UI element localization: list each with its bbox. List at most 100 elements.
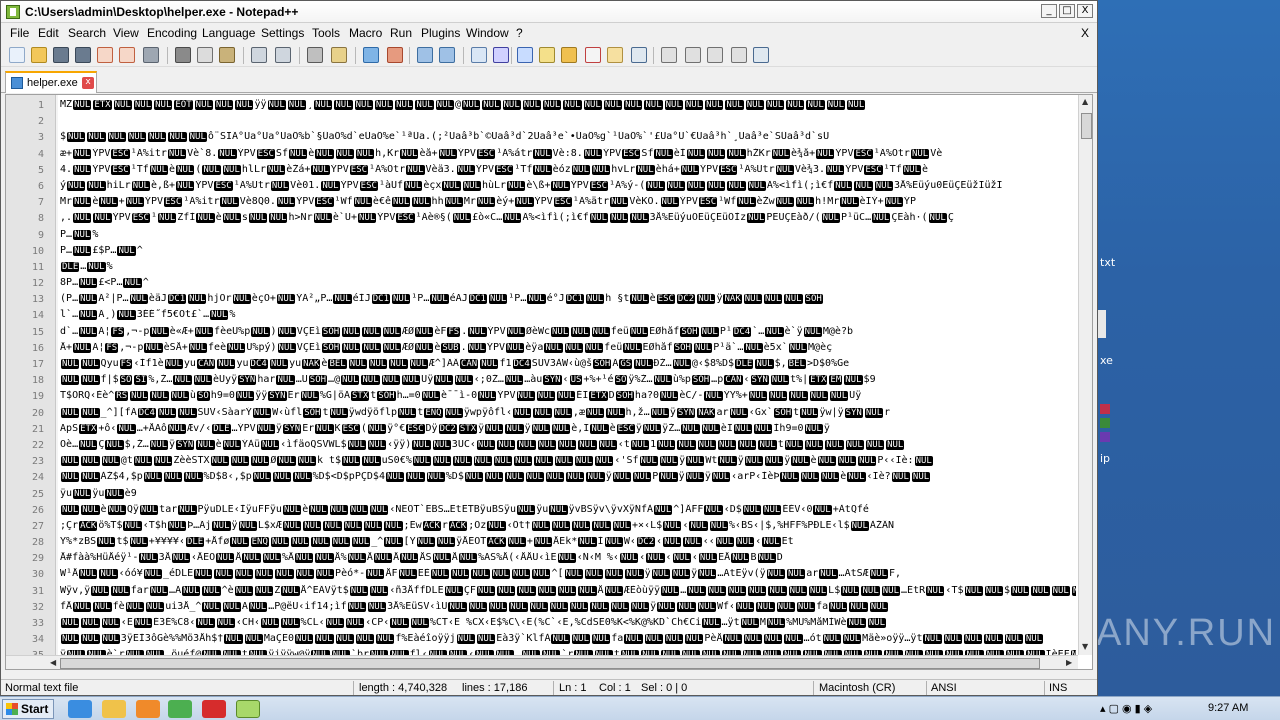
horizontal-scrollbar[interactable]: ◀ ▶ xyxy=(6,655,1078,669)
new-file-icon[interactable] xyxy=(9,47,25,63)
scroll-up-icon[interactable]: ▲ xyxy=(1082,97,1088,106)
close-window-button[interactable]: X xyxy=(1077,4,1093,18)
menu-help[interactable]: ? xyxy=(516,26,523,40)
editor-line[interactable]: 31 Wÿv,ÿ NUL NUL far NUL …Ã NUL NUL ^è NUL NUL Z NUL Å… xyxy=(6,583,1078,599)
editor-line[interactable]: 9 P… NUL% xyxy=(6,227,1078,243)
menu-window[interactable]: Window xyxy=(466,26,509,40)
copy-icon[interactable] xyxy=(197,47,213,63)
desktop-label-txt[interactable]: txt xyxy=(1100,256,1115,269)
user-lang-icon[interactable] xyxy=(539,47,555,63)
all-chars-icon[interactable] xyxy=(493,47,509,63)
doc-map-icon[interactable] xyxy=(561,47,577,63)
editor-line[interactable]: 13 (P… NUL Ã²|P… NUL èäJ DC1 NUL hjOr NUL èçÔ+ NUL Ý… xyxy=(6,291,1078,307)
cut-icon[interactable] xyxy=(175,47,191,63)
editor-line[interactable]: 30 W¹Å NUL NUL ‹óó¥ NUL _éDLE NUL NUL NUL NUL NUL NU… xyxy=(6,566,1078,582)
editor-line[interactable]: 17 NUL NUL Qyu FS ‹Ìf1è NUL yu CAN NUL yu DC4 NUL yu N… xyxy=(6,356,1078,372)
stop-record-icon[interactable] xyxy=(685,47,701,63)
menu-settings[interactable]: Settings xyxy=(261,26,304,40)
editor-line[interactable]: 24 NUL NUL ÀŽ$4,$p NUL NUL NUL %D$8‹,$p NUL NUL NU… xyxy=(6,469,1078,485)
close-document-button[interactable]: X xyxy=(1081,26,1089,40)
scroll-right-icon[interactable]: ▶ xyxy=(1066,658,1072,667)
editor-line[interactable]: 16 Å+ NUL Ã¦ FS ,¬-p NUL èSÅ+ NUL feè NUL Ü%pý) NUL V… xyxy=(6,340,1078,356)
explorer-icon[interactable] xyxy=(102,700,126,718)
function-list-icon[interactable] xyxy=(585,47,601,63)
opera-icon[interactable] xyxy=(202,700,226,718)
editor-line[interactable]: 15 d`… NUL Ã¦ FS ,¬-p NUL è«Æ+ NUL fèeÜ%p NUL) NUL V… xyxy=(6,324,1078,340)
save-all-icon[interactable] xyxy=(75,47,91,63)
tab-close-icon[interactable]: x xyxy=(82,77,94,89)
ie-icon[interactable] xyxy=(68,700,92,718)
editor-line[interactable]: 18 NUL NUL f|$ SO SI %,Ž… NUL NUL èUyÿ SYN har NUL …Ü… xyxy=(6,372,1078,388)
horizontal-scroll-thumb[interactable] xyxy=(60,658,1040,669)
sync-v-icon[interactable] xyxy=(417,47,433,63)
play-multiple-icon[interactable] xyxy=(731,47,747,63)
editor-line[interactable]: 3 $ NUL NUL NUL NUL NUL NUL NUL ô¨SIÃ°Ûa°Ûa°ÛaÕ%b… xyxy=(6,129,1078,145)
menu-encoding[interactable]: Encoding xyxy=(147,26,197,40)
find-icon[interactable] xyxy=(307,47,323,63)
desktop-icon[interactable] xyxy=(1098,310,1106,338)
scroll-left-icon[interactable]: ◀ xyxy=(50,658,56,667)
minimize-button[interactable]: _ xyxy=(1041,4,1057,18)
zoom-out-icon[interactable] xyxy=(387,47,403,63)
menu-run[interactable]: Run xyxy=(390,26,412,40)
start-button[interactable]: Start xyxy=(2,699,54,719)
media-player-icon[interactable] xyxy=(136,700,160,718)
status-eol[interactable]: Macintosh (CR) xyxy=(819,682,895,694)
word-wrap-icon[interactable] xyxy=(471,47,487,63)
editor-line[interactable]: 14 l`… NUL Ã¸) NUL 3ÉÉ˝f5€Ot£`… NUL% xyxy=(6,307,1078,323)
notepadpp-taskbar-icon[interactable] xyxy=(236,700,260,718)
system-tray-icons[interactable]: ▴ ▢ ◉ ▮ ◈ xyxy=(1100,702,1152,715)
save-macro-icon[interactable] xyxy=(753,47,769,63)
editor-line[interactable]: 11 DLE… NUL% xyxy=(6,259,1078,275)
menu-plugins[interactable]: Plugins xyxy=(421,26,460,40)
maximize-button[interactable]: □ xyxy=(1059,4,1075,18)
menu-tools[interactable]: Tools xyxy=(312,26,340,40)
tab-helper-exe[interactable]: helper.exe x xyxy=(5,71,97,93)
editor-line[interactable]: 26 NUL NUL è NUL Qÿ NUL tar NUL PÿuDLE‹ÌÿuFFÿu NUL… xyxy=(6,502,1078,518)
menu-language[interactable]: Language xyxy=(202,26,255,40)
print-icon[interactable] xyxy=(143,47,159,63)
scroll-down-icon[interactable]: ▼ xyxy=(1082,642,1088,651)
editor-line[interactable]: 6 ý NUL NUL hiLr NUL è,ß+ NUL ÝPV ESC ¹Ã%Ütr NUL Vè0… xyxy=(6,178,1078,194)
redo-icon[interactable] xyxy=(275,47,291,63)
editor-line[interactable]: 20 NUL NUL _^][fÃ DC4 NUL NUL SUV‹SàarÝ NUL W‹ùfl… xyxy=(6,405,1078,421)
desktop-icon[interactable] xyxy=(1100,404,1110,414)
indent-guide-icon[interactable] xyxy=(517,47,533,63)
editor-line[interactable]: 2 xyxy=(6,113,1078,129)
vertical-scrollbar[interactable]: ▲ ▼ xyxy=(1078,95,1092,655)
close-all-icon[interactable] xyxy=(119,47,135,63)
menu-view[interactable]: View xyxy=(113,26,139,40)
editor-line[interactable]: 23 NUL NUL NUL @t NUL NUL ZèèSTX NUL NUL NUL Ø NUL NU… xyxy=(6,453,1078,469)
paste-icon[interactable] xyxy=(219,47,235,63)
menu-search[interactable]: Search xyxy=(68,26,106,40)
editor-line[interactable]: 25 ÿu NUL ÿu NUL è9 xyxy=(6,486,1078,502)
undo-icon[interactable] xyxy=(251,47,267,63)
sync-h-icon[interactable] xyxy=(439,47,455,63)
editor-line[interactable]: 7 Mr NUL è NUL + NUL ÝPV ESC ¹Ã%itr NUL Vè8Q0. NUL ÝP… xyxy=(6,194,1078,210)
menu-macro[interactable]: Macro xyxy=(349,26,382,40)
title-bar[interactable]: C:\Users\admin\Desktop\helper.exe - Note… xyxy=(1,1,1097,23)
menu-file[interactable]: File xyxy=(10,26,29,40)
monitor-icon[interactable] xyxy=(631,47,647,63)
menu-edit[interactable]: Edit xyxy=(38,26,59,40)
editor-line[interactable]: 27 ;Çr ACK ö%T$ NUL ‹T$h NUL Þ…Ãj NUL ÿ NUL L$xÆ NUL… xyxy=(6,518,1078,534)
record-macro-icon[interactable] xyxy=(661,47,677,63)
editor-line[interactable]: 10 P… NUL £$P… NUL ^ xyxy=(6,243,1078,259)
editor-line[interactable]: 12 8P… NUL £<P… NUL ^ xyxy=(6,275,1078,291)
desktop-label-ip[interactable]: ip xyxy=(1100,452,1110,465)
close-icon[interactable] xyxy=(97,47,113,63)
editor-line[interactable]: 28 Y%*zBS NUL t$ NUL +¥¥¥¥‹ DLE +Åfø NUL ENQ NUL NU… xyxy=(6,534,1078,550)
replace-icon[interactable] xyxy=(331,47,347,63)
folder-workspace-icon[interactable] xyxy=(607,47,623,63)
zoom-in-icon[interactable] xyxy=(363,47,379,63)
editor-line[interactable]: 21 ÄpS ETX +ô‹ NUL …+ÅÄô NUL Æv/‹ DLE …ÝPV NUL ÿ SYN… xyxy=(6,421,1078,437)
editor-line[interactable]: 4 æ+ NUL ÝPV ESC ¹Ã%itr NUL Vè`8. NUL ÝPV ESC Šf NUL… xyxy=(6,146,1078,162)
desktop-label-xe[interactable]: xe xyxy=(1100,354,1113,367)
editor-line[interactable]: 34 NUL NUL NUL 3ÿEÌ3ôGè%%Mö3Åh$† NUL NUL MaÇE0 N… xyxy=(6,631,1078,647)
editor-line[interactable]: 1 MZ NUL ETX NUL NUL NUL EOT NUL NUL NUL ÿÿ NUL NUL ¸ N… xyxy=(6,97,1078,113)
play-macro-icon[interactable] xyxy=(707,47,723,63)
open-file-icon[interactable] xyxy=(31,47,47,63)
editor-line[interactable]: 19 T$ORQ‹Èè^ RS NUL NUL NUL ù SO h9=0 NUL ÿÿ SYN Er N… xyxy=(6,388,1078,404)
vertical-scroll-thumb[interactable] xyxy=(1081,113,1092,139)
editor-line[interactable]: 32 fÅ NUL NUL fè NUL NUL ui3Å_^ NUL NUL A NUL …P@ëŪ‹… xyxy=(6,599,1078,615)
